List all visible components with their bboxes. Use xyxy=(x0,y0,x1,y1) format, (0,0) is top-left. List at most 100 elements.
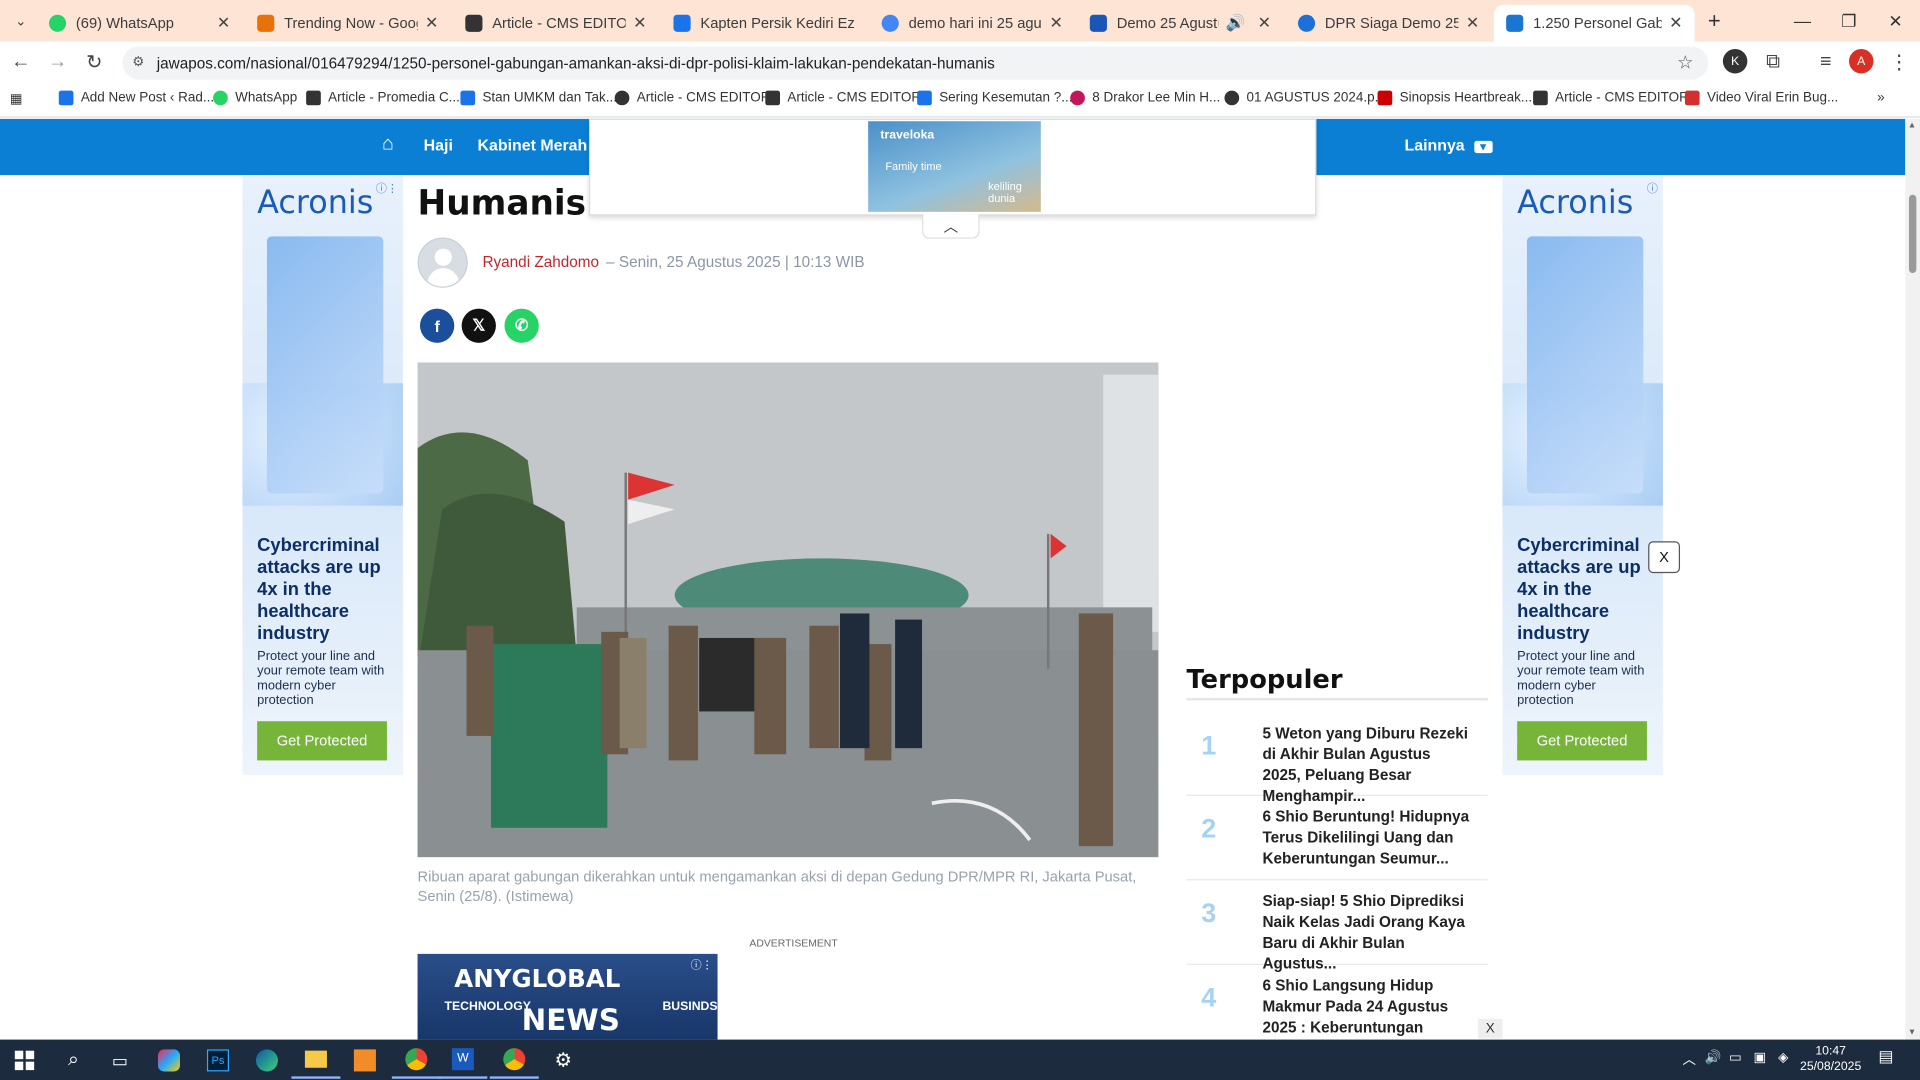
start-icon[interactable] xyxy=(0,1042,49,1079)
bookmark-item[interactable]: Sering Kesemutan ?... xyxy=(917,90,1072,106)
tab-kapten[interactable]: Kapten Persik Kediri Ezra W xyxy=(661,5,867,42)
bottom-ad[interactable]: ANYGLOBAL TECHNOLOGY NEWS BUSINDSY ⓘ⋮ xyxy=(417,953,726,1040)
popular-item[interactable]: 4 6 Shio Langsung Hidup Makmur Pada 24 A… xyxy=(1187,965,1488,1039)
copilot-icon[interactable] xyxy=(144,1042,193,1079)
close-window-button[interactable]: ✕ xyxy=(1871,0,1920,42)
close-tab-icon[interactable]: ✕ xyxy=(1258,13,1271,33)
task-view-icon[interactable]: ▭ xyxy=(96,1042,145,1079)
tab-google-search[interactable]: demo hari ini 25 agustus - G✕ xyxy=(869,5,1075,42)
tab-active-jawapos[interactable]: 1.250 Personel Gabungan✕ xyxy=(1493,4,1695,42)
traveloka-ad-image[interactable]: traveloka Family time keliling dunia xyxy=(868,121,1041,212)
get-protected-button[interactable]: Get Protected xyxy=(257,721,387,761)
popular-item[interactable]: 1 5 Weton yang Diburu Rezeki di Akhir Bu… xyxy=(1186,713,1488,804)
security-icon[interactable]: ◈ xyxy=(1778,1049,1788,1066)
photoshop-icon[interactable]: Ps xyxy=(193,1042,242,1079)
scroll-up-icon[interactable]: ▲ xyxy=(1908,121,1916,130)
right-side-ad[interactable]: ⓘ Acronis Cybercriminal attacks are up 4… xyxy=(1502,175,1663,776)
close-tab-icon[interactable]: ✕ xyxy=(633,13,646,33)
bookmark-item[interactable]: Video Viral Erin Bug... xyxy=(1684,90,1838,106)
bookmark-item[interactable]: Add New Post ‹ Rad... xyxy=(58,90,214,106)
settings-gear-icon[interactable]: ⚙ xyxy=(539,1042,588,1079)
menu-icon[interactable]: ⋮ xyxy=(1886,49,1913,76)
office-icon[interactable] xyxy=(340,1042,389,1079)
extensions-icon[interactable]: ⧉ xyxy=(1760,49,1787,76)
ad-info-icon[interactable]: ⓘ⋮ xyxy=(376,180,398,196)
scroll-down-icon[interactable]: ▼ xyxy=(1908,1029,1916,1038)
chevron-up-icon[interactable]: ︿ xyxy=(1682,1049,1695,1069)
bookmark-item[interactable]: 8 Drakor Lee Min H... xyxy=(1070,90,1220,106)
nav-item-haji[interactable]: Haji xyxy=(424,136,453,154)
close-tab-icon[interactable]: ✕ xyxy=(425,13,438,33)
close-sticky-ad-button[interactable]: X xyxy=(1477,1018,1503,1039)
back-icon[interactable]: ← xyxy=(7,49,34,76)
bookmark-item[interactable]: Article - Promedia C... xyxy=(306,90,460,106)
profile-k-icon[interactable]: K xyxy=(1722,48,1748,74)
chevron-up-icon: ︿ xyxy=(943,217,959,236)
restore-button[interactable]: ❐ xyxy=(1825,0,1874,42)
bookmark-item[interactable]: Article - CMS EDITOR xyxy=(1533,90,1689,106)
bookmark-item[interactable]: WhatsApp xyxy=(213,90,297,106)
bookmark-item[interactable]: Article - CMS EDITOR xyxy=(614,90,770,106)
collapse-ad-button[interactable]: ︿ xyxy=(922,214,980,239)
author-name[interactable]: Ryandi Zahdomo xyxy=(482,253,599,270)
chrome-icon[interactable] xyxy=(391,1042,441,1079)
left-side-ad[interactable]: ⓘ⋮ Acronis Cybercriminal attacks are up … xyxy=(242,175,403,776)
word-icon[interactable]: W xyxy=(438,1042,488,1079)
tab-search-icon[interactable]: ⌄ xyxy=(7,7,34,34)
search-icon[interactable]: ⌕ xyxy=(49,1042,98,1079)
system-clock[interactable]: 10:47 25/08/2025 xyxy=(1800,1043,1861,1075)
x-share-icon[interactable]: 𝕏 xyxy=(461,308,496,343)
display-icon[interactable]: ▣ xyxy=(1753,1049,1766,1066)
network-icon[interactable]: ▭ xyxy=(1729,1049,1742,1066)
close-tab-icon[interactable]: ✕ xyxy=(1466,13,1479,33)
top-ad-banner[interactable]: traveloka Family time keliling dunia xyxy=(588,118,1317,216)
bookmark-item[interactable]: 01 AGUSTUS 2024.p... xyxy=(1224,90,1386,106)
tab-whatsapp[interactable]: (69) WhatsApp ✕ xyxy=(37,5,243,42)
bookmark-icon xyxy=(58,90,74,106)
ad-info-icon[interactable]: ⓘ⋮ xyxy=(691,956,713,972)
edge-icon[interactable] xyxy=(242,1042,291,1079)
site-info-icon[interactable]: ⚙ xyxy=(132,54,144,70)
new-tab-button[interactable]: + xyxy=(1690,0,1739,42)
profile-avatar-icon[interactable]: A xyxy=(1848,48,1874,74)
article-photo xyxy=(417,362,1159,858)
scrollbar-thumb[interactable] xyxy=(1908,194,1917,274)
close-tab-icon[interactable]: ✕ xyxy=(1669,13,1682,33)
nav-item-kabinet[interactable]: Kabinet Merah P xyxy=(478,136,603,154)
chrome-icon[interactable] xyxy=(489,1042,539,1079)
page-scrollbar[interactable]: ▲ ▼ xyxy=(1905,118,1920,1040)
more-bookmarks-icon[interactable]: » xyxy=(1877,91,1885,106)
author-avatar xyxy=(417,237,468,288)
bookmark-item[interactable]: Stan UMKM dan Tak... xyxy=(460,90,617,106)
forward-icon[interactable]: → xyxy=(44,49,71,76)
popular-item[interactable]: 3 Siap-siap! 5 Shio Diprediksi Naik Kela… xyxy=(1186,880,1488,972)
tab-demo[interactable]: Demo 25 Agustus: Rib🔊✕ xyxy=(1078,5,1284,42)
close-tab-icon[interactable]: ✕ xyxy=(1050,13,1063,33)
tab-trends[interactable]: Trending Now - Google Trends✕ xyxy=(245,5,451,42)
file-explorer-icon[interactable] xyxy=(291,1042,341,1079)
bookmark-item[interactable]: Article - CMS EDITOR xyxy=(765,90,921,106)
home-icon[interactable]: ⌂ xyxy=(382,133,394,155)
speaker-icon[interactable]: 🔊 xyxy=(1226,13,1246,33)
tab-dpr[interactable]: DPR Siaga Demo 25 Agus✕ xyxy=(1286,5,1492,42)
ad-info-icon[interactable]: ⓘ xyxy=(1647,180,1658,196)
nav-more[interactable]: Lainnya ▼ xyxy=(1405,136,1493,154)
facebook-share-icon[interactable]: f xyxy=(420,308,455,343)
get-protected-button[interactable]: Get Protected xyxy=(1517,721,1647,761)
tab-cms[interactable]: Article - CMS EDITOR ✕ xyxy=(453,5,659,42)
volume-icon[interactable]: 🔊 xyxy=(1705,1049,1722,1066)
bookmark-item[interactable]: Sinopsis Heartbreak... xyxy=(1377,90,1532,106)
article-title: Humanis xyxy=(417,182,587,223)
address-bar[interactable]: ⚙ jawapos.com/nasional/016479294/1250-pe… xyxy=(122,46,1709,80)
bookmark-star-icon[interactable]: ☆ xyxy=(1677,51,1693,74)
media-control-icon[interactable]: ≡ xyxy=(1812,49,1839,76)
notification-icon[interactable]: ▤ xyxy=(1878,1047,1893,1067)
close-ad-button[interactable]: X xyxy=(1648,541,1681,574)
close-tab-icon[interactable]: ✕ xyxy=(217,13,230,33)
popular-item[interactable]: 2 6 Shio Beruntung! Hidupnya Terus Dikel… xyxy=(1186,796,1488,881)
whatsapp-share-icon[interactable]: ✆ xyxy=(504,308,539,343)
reload-icon[interactable]: ↻ xyxy=(81,49,108,76)
cms-icon xyxy=(465,14,483,32)
apps-icon[interactable]: ▦ xyxy=(10,91,23,107)
minimize-button[interactable]: — xyxy=(1778,0,1827,42)
